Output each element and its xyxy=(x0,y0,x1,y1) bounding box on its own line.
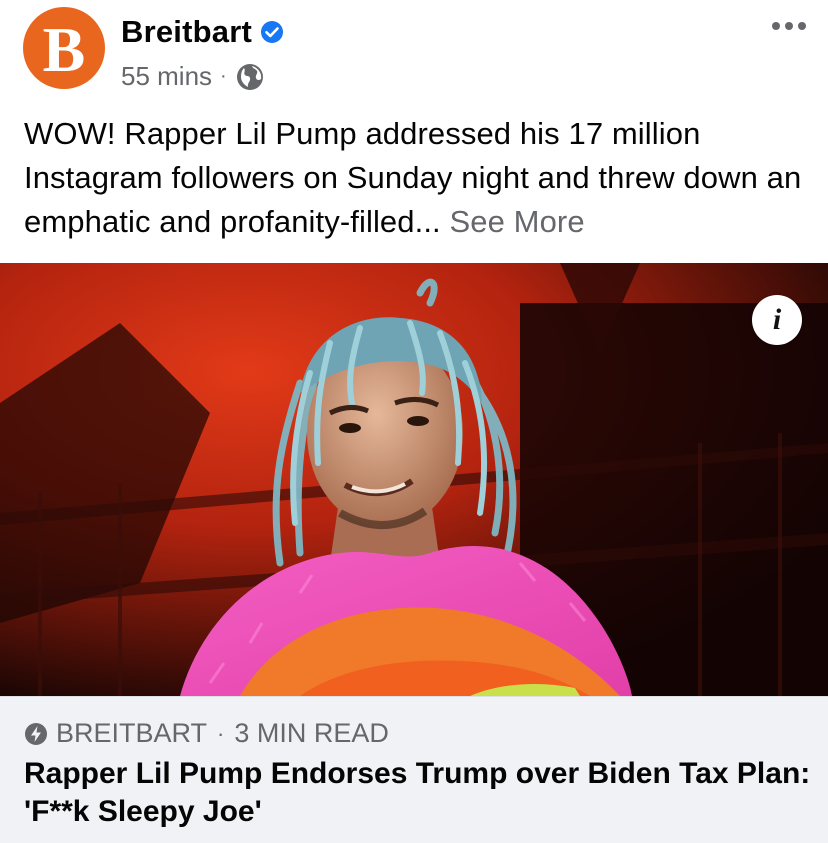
post-header: B Breitbart 55 mins · xyxy=(0,0,828,110)
info-icon: i xyxy=(772,303,782,336)
more-dot xyxy=(798,22,806,30)
meta-separator: · xyxy=(220,65,227,87)
link-source: BREITBART xyxy=(56,718,208,748)
see-more-link[interactable]: See More xyxy=(449,204,584,239)
info-button[interactable]: i xyxy=(752,295,802,345)
post-meta: 55 mins · xyxy=(121,61,265,92)
post-body-text: WOW! Rapper Lil Pump addressed his 17 mi… xyxy=(24,112,814,244)
post-timestamp[interactable]: 55 mins xyxy=(121,61,212,92)
link-separator: · xyxy=(217,720,225,746)
link-title[interactable]: Rapper Lil Pump Endorses Trump over Bide… xyxy=(24,755,814,831)
page-avatar[interactable]: B xyxy=(23,7,105,89)
page-name-row: Breitbart xyxy=(121,14,284,50)
instant-article-bolt-icon xyxy=(24,722,48,746)
link-preview-card[interactable]: BREITBART · 3 MIN READ Rapper Lil Pump E… xyxy=(0,696,828,843)
post-photo[interactable]: i xyxy=(0,263,828,696)
more-options-icon[interactable] xyxy=(772,16,806,36)
page-name[interactable]: Breitbart xyxy=(121,14,252,50)
link-read-time: 3 MIN READ xyxy=(234,718,389,748)
avatar-letter: B xyxy=(42,14,86,85)
link-meta: BREITBART · 3 MIN READ xyxy=(24,718,389,749)
more-dot xyxy=(772,22,780,30)
more-dot xyxy=(785,22,793,30)
post-message: WOW! Rapper Lil Pump addressed his 17 mi… xyxy=(24,116,802,239)
photo-illustration xyxy=(0,263,828,696)
globe-icon[interactable] xyxy=(235,62,265,92)
verified-badge-icon xyxy=(260,20,284,44)
